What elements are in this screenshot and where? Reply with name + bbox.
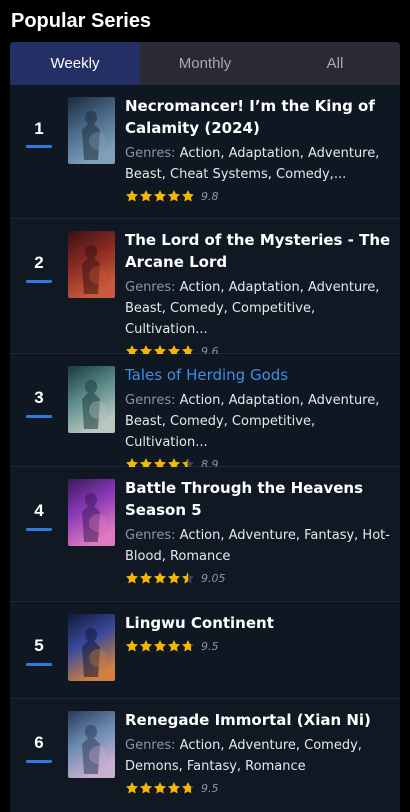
rank-underline <box>26 663 52 666</box>
series-cover-image[interactable] <box>68 231 115 298</box>
series-list-item[interactable]: 6 Renegade Immortal (Xian Ni) Genres: Acti… <box>10 699 400 812</box>
star-icon <box>167 782 181 794</box>
series-genres: Genres: Action, Adventure, Comedy, Demon… <box>125 735 394 777</box>
star-icon <box>153 782 167 794</box>
series-cover-image[interactable] <box>68 97 115 164</box>
series-genres: Genres: Action, Adventure, Fantasy, Hot-… <box>125 525 394 567</box>
series-info: Necromancer! I’m the King of Calamity (2… <box>125 95 394 204</box>
series-list-item[interactable]: 2 The Lord of the Mysteries - The Arcane … <box>10 219 400 358</box>
tab-monthly[interactable]: Monthly <box>140 42 270 85</box>
series-list-item[interactable]: 1 Necromancer! I’m the King of Calamity (… <box>10 85 400 219</box>
rank-number: 5 <box>34 636 44 655</box>
star-icon <box>153 640 167 652</box>
series-info: Lingwu Continent 9.5 <box>125 612 394 654</box>
star-icon <box>139 782 153 794</box>
series-list-item[interactable]: 3 Tales of Herding Gods Genres: Action, Ad… <box>10 354 400 471</box>
rank-underline <box>26 760 52 763</box>
rank-underline <box>26 528 52 531</box>
star-icon <box>139 572 153 584</box>
rank-underline <box>26 280 52 283</box>
series-list: 1 Necromancer! I’m the King of Calamity (… <box>10 85 400 812</box>
series-rating: 9.8 <box>125 188 394 204</box>
series-genres: Genres: Action, Adaptation, Adventure, B… <box>125 277 394 340</box>
series-title[interactable]: Tales of Herding Gods <box>125 364 394 386</box>
rating-score: 9.05 <box>201 571 226 585</box>
genres-label: Genres: <box>125 393 180 408</box>
rank-number: 3 <box>34 388 44 407</box>
star-icon <box>125 190 139 202</box>
star-icon <box>125 572 139 584</box>
genres-label: Genres: <box>125 738 180 753</box>
star-icon <box>181 782 195 794</box>
series-cover-image[interactable] <box>68 479 115 546</box>
star-icon <box>125 782 139 794</box>
series-cover-image[interactable] <box>68 614 115 681</box>
series-genres: Genres: Action, Adaptation, Adventure, B… <box>125 143 394 185</box>
page-title: Popular Series <box>11 10 152 32</box>
series-list-item[interactable]: 4 Battle Through the Heavens Season 5 Genr… <box>10 467 400 602</box>
rating-score: 9.5 <box>201 781 219 795</box>
series-title[interactable]: Necromancer! I’m the King of Calamity (2… <box>125 95 394 139</box>
rating-score: 9.8 <box>201 189 219 203</box>
rank-number: 6 <box>34 733 44 752</box>
genres-label: Genres: <box>125 146 180 161</box>
genres-label: Genres: <box>125 280 180 295</box>
tab-all[interactable]: All <box>270 42 400 85</box>
series-info: The Lord of the Mysteries - The Arcane L… <box>125 229 394 359</box>
star-icon <box>139 190 153 202</box>
series-genres: Genres: Action, Adaptation, Adventure, B… <box>125 390 394 453</box>
star-icon <box>139 640 153 652</box>
series-rating: 9.5 <box>125 638 394 654</box>
star-icon <box>181 640 195 652</box>
series-rating: 9.05 <box>125 570 394 586</box>
series-title[interactable]: Battle Through the Heavens Season 5 <box>125 477 394 521</box>
tab-weekly[interactable]: Weekly <box>10 42 140 85</box>
series-list-item[interactable]: 5 Lingwu Continent 9.5 <box>10 602 400 699</box>
rating-stars <box>125 189 195 203</box>
series-rating: 9.5 <box>125 780 394 796</box>
series-info: Tales of Herding Gods Genres: Action, Ada… <box>125 364 394 472</box>
series-cover-image[interactable] <box>68 366 115 433</box>
star-icon <box>153 190 167 202</box>
star-icon <box>153 572 167 584</box>
series-title[interactable]: Renegade Immortal (Xian Ni) <box>125 709 394 731</box>
star-icon <box>181 572 195 584</box>
star-icon <box>167 640 181 652</box>
rating-score: 9.5 <box>201 639 219 653</box>
rank-number: 1 <box>34 119 44 138</box>
period-tabs: Weekly Monthly All <box>10 42 400 85</box>
series-cover-image[interactable] <box>68 711 115 778</box>
rating-stars <box>125 781 195 795</box>
rank-underline <box>26 145 52 148</box>
series-info: Battle Through the Heavens Season 5 Genre… <box>125 477 394 586</box>
rank-number: 2 <box>34 253 44 272</box>
rank-underline <box>26 415 52 418</box>
star-icon <box>167 190 181 202</box>
series-title[interactable]: Lingwu Continent <box>125 612 394 634</box>
star-icon <box>181 190 195 202</box>
rating-stars <box>125 571 195 585</box>
popular-series-panel: Weekly Monthly All 1 Necromancer! I’m the… <box>10 42 400 812</box>
rating-stars <box>125 639 195 653</box>
star-icon <box>167 572 181 584</box>
rank-number: 4 <box>34 501 44 520</box>
star-icon <box>125 640 139 652</box>
series-title[interactable]: The Lord of the Mysteries - The Arcane L… <box>125 229 394 273</box>
series-info: Renegade Immortal (Xian Ni) Genres: Actio… <box>125 709 394 796</box>
genres-label: Genres: <box>125 528 180 543</box>
